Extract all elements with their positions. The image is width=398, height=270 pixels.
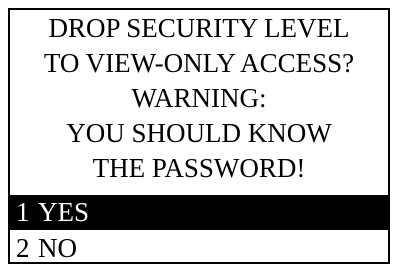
confirmation-message: DROP SECURITY LEVEL TO VIEW-ONLY ACCESS?… [10, 11, 388, 186]
option-yes[interactable]: 1 YES [10, 195, 388, 230]
message-line-5: THE PASSWORD! [92, 153, 306, 183]
lcd-screen: DROP SECURITY LEVEL TO VIEW-ONLY ACCESS?… [8, 8, 390, 264]
option-no-number: 2 [16, 233, 30, 263]
option-no-label: NO [38, 233, 77, 263]
option-yes-number: 1 [16, 197, 30, 227]
message-line-1: DROP SECURITY LEVEL [48, 13, 350, 43]
message-line-3-warning: WARNING: [131, 83, 267, 113]
message-line-4: YOU SHOULD KNOW [66, 118, 332, 148]
option-yes-label: YES [38, 197, 90, 227]
message-line-2: TO VIEW-ONLY ACCESS? [43, 48, 355, 78]
option-no[interactable]: 2 NO [10, 231, 388, 263]
